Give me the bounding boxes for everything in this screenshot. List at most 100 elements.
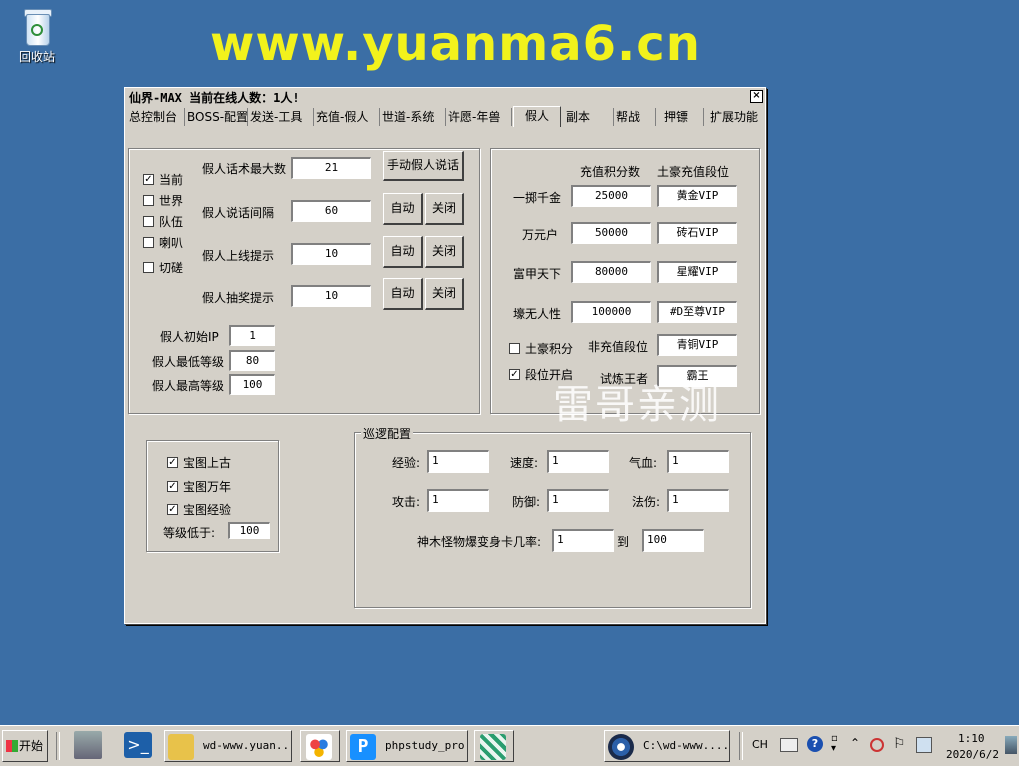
channel-duel-checkbox[interactable] <box>143 262 154 273</box>
recycle-bin-icon <box>22 6 52 46</box>
tier-2-rank-input[interactable]: 砖石VIP <box>657 222 737 244</box>
tab-extensions[interactable]: 扩展功能 <box>704 108 764 126</box>
tray-divider <box>739 732 743 760</box>
tab-fake-player[interactable]: 假人 <box>513 106 561 127</box>
tier-1-points-input[interactable]: 25000 <box>571 185 651 207</box>
patrol-hp-input[interactable]: 1 <box>667 450 729 473</box>
tycoon-points-label: 土豪积分 <box>525 342 574 356</box>
cmd-window-label: C:\wd-www.... <box>643 739 730 752</box>
tool-app-icon <box>480 734 506 760</box>
level-below-label: 等级低于: <box>163 526 216 540</box>
tier-4-points-input[interactable]: 100000 <box>571 301 651 323</box>
patrol-magic-input[interactable]: 1 <box>667 489 729 512</box>
taskbar-cmd-window[interactable]: C:\wd-www.... <box>604 730 730 762</box>
tier-4-name: 壕无人性 <box>513 307 562 321</box>
channel-team-checkbox[interactable] <box>143 216 154 227</box>
recycle-bin-label: 回收站 <box>18 50 55 64</box>
online-input[interactable]: 10 <box>291 243 371 265</box>
security-icon[interactable] <box>870 738 884 752</box>
help-icon[interactable]: ? <box>807 736 823 752</box>
max-speech-input[interactable]: 21 <box>291 157 371 179</box>
keyboard-icon[interactable] <box>780 738 798 752</box>
tab-dungeon[interactable]: 副本 <box>562 108 614 126</box>
language-indicator[interactable]: CH <box>752 738 768 751</box>
points-column-header: 充值积分数 <box>580 165 641 179</box>
tier-4-rank-input[interactable]: #D至尊VIP <box>657 301 737 323</box>
tab-send-tools[interactable]: 发送-工具 <box>248 108 314 126</box>
min-level-input[interactable]: 80 <box>229 350 275 371</box>
tab-guild-war[interactable]: 帮战 <box>614 108 656 126</box>
lottery-input[interactable]: 10 <box>291 285 371 307</box>
tab-recharge-fake[interactable]: 充值-假人 <box>314 108 380 126</box>
treasure-myriad-label: 宝图万年 <box>183 480 232 494</box>
taskbar-tool-app[interactable] <box>474 730 514 762</box>
manual-speak-button[interactable]: 手动假人说话 <box>383 151 464 181</box>
tycoon-points-checkbox[interactable] <box>509 343 520 354</box>
channel-world-checkbox[interactable] <box>143 195 154 206</box>
tier-1-rank-input[interactable]: 黄金VIP <box>657 185 737 207</box>
tier-2-name: 万元户 <box>522 228 559 242</box>
patrol-def-label: 防御: <box>512 495 541 509</box>
rank-open-checkbox[interactable]: ✓ <box>509 369 520 380</box>
non-recharge-input[interactable]: 青铜VIP <box>657 334 737 356</box>
tier-3-rank-input[interactable]: 星耀VIP <box>657 261 737 283</box>
lottery-auto-button[interactable]: 自动 <box>383 278 423 310</box>
patrol-exp-input[interactable]: 1 <box>427 450 489 473</box>
show-hidden-icons[interactable]: ⌃ <box>850 736 860 750</box>
close-button[interactable]: × <box>750 90 763 103</box>
card-rate-from-input[interactable]: 1 <box>552 529 614 552</box>
treasure-ancient-checkbox[interactable]: ✓ <box>167 457 178 468</box>
clock-date[interactable]: 2020/6/2 <box>946 748 999 761</box>
tab-world-system[interactable]: 世道-系统 <box>380 108 446 126</box>
tab-escort[interactable]: 押镖 <box>656 108 704 126</box>
taskbar-baidu-app[interactable] <box>300 730 340 762</box>
interval-auto-button[interactable]: 自动 <box>383 193 423 225</box>
treasure-myriad-checkbox[interactable]: ✓ <box>167 481 178 492</box>
window-title: 仙界-MAX 当前在线人数：1人! <box>129 91 300 105</box>
server-manager-icon[interactable] <box>74 731 102 759</box>
action-center-flag-icon[interactable]: ⚐ <box>893 736 906 752</box>
watermark-text: 雷哥亲测 <box>553 382 721 428</box>
patrol-speed-input[interactable]: 1 <box>547 450 609 473</box>
channel-current-checkbox[interactable]: ✓ <box>143 174 154 185</box>
initial-ip-input[interactable]: 1 <box>229 325 275 346</box>
channel-horn-checkbox[interactable] <box>143 237 154 248</box>
interval-input[interactable]: 60 <box>291 200 371 222</box>
online-auto-button[interactable]: 自动 <box>383 236 423 268</box>
card-rate-to-input[interactable]: 100 <box>642 529 704 552</box>
min-level-label: 假人最低等级 <box>152 355 225 369</box>
max-level-input[interactable]: 100 <box>229 374 275 395</box>
start-button[interactable]: 开始 <box>2 730 48 762</box>
rank-column-header: 土豪充值段位 <box>657 165 730 179</box>
tier-3-points-input[interactable]: 80000 <box>571 261 651 283</box>
powershell-icon[interactable]: >_ <box>124 732 152 758</box>
patrol-atk-label: 攻击: <box>392 495 421 509</box>
level-below-input[interactable]: 100 <box>228 522 270 539</box>
treasure-ancient-label: 宝图上古 <box>183 456 232 470</box>
windows-logo-icon <box>6 740 18 752</box>
tab-boss[interactable]: BOSS-配置 <box>185 108 248 126</box>
clock-time[interactable]: 1:10 <box>958 732 985 745</box>
patrol-def-input[interactable]: 1 <box>547 489 609 512</box>
patrol-exp-label: 经验: <box>392 456 421 470</box>
card-rate-label: 神木怪物爆变身卡几率: <box>417 535 542 549</box>
lottery-close-button[interactable]: 关闭 <box>425 278 464 310</box>
title-bar: 仙界-MAX 当前在线人数：1人! × <box>125 88 765 105</box>
channel-world-label: 世界 <box>159 194 184 208</box>
recycle-bin-shortcut[interactable]: 回收站 <box>14 6 60 65</box>
tab-console[interactable]: 总控制台 <box>127 108 185 126</box>
interval-label: 假人说话间隔 <box>202 206 275 220</box>
interval-close-button[interactable]: 关闭 <box>425 193 464 225</box>
taskbar-folder-window[interactable]: wd-www.yuan... <box>164 730 292 762</box>
tier-2-points-input[interactable]: 50000 <box>571 222 651 244</box>
options-icon[interactable]: ▫ ▾ <box>831 734 838 754</box>
tab-wish-beast[interactable]: 许愿-年兽 <box>446 108 512 126</box>
tab-bar: 总控制台 BOSS-配置 发送-工具 充值-假人 世道-系统 许愿-年兽 假人 … <box>125 106 765 127</box>
online-close-button[interactable]: 关闭 <box>425 236 464 268</box>
patrol-atk-input[interactable]: 1 <box>427 489 489 512</box>
show-desktop-icon[interactable] <box>1005 736 1017 754</box>
treasure-exp-checkbox[interactable]: ✓ <box>167 504 178 515</box>
site-banner: www.yuanma6.cn <box>210 16 701 72</box>
network-icon[interactable] <box>916 737 932 753</box>
taskbar-phpstudy[interactable]: P phpstudy_pro <box>346 730 468 762</box>
